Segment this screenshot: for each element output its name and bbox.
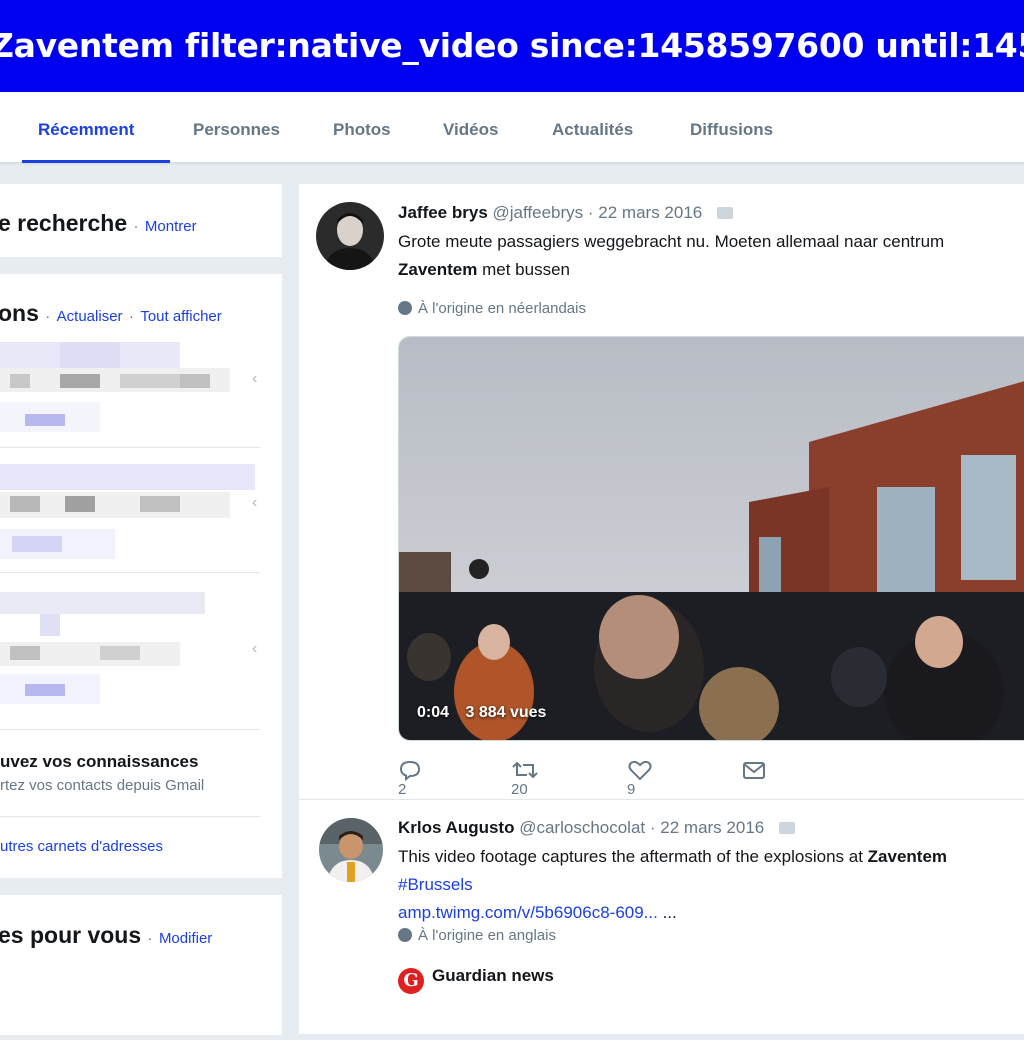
handle[interactable]: @carloschocolat [519,818,645,837]
trends-card: es pour vous · Modifier [0,895,282,1035]
find-friends-subtitle: rtez vos contacts depuis Gmail [0,777,205,794]
retweet-button[interactable]: 20 [511,759,551,798]
video-meta: 0:04 3 884 vues [417,704,546,722]
tab-broadcasts[interactable]: Diffusions [690,120,773,140]
guardian-logo-icon: G [398,968,424,994]
tweet[interactable]: Krlos Augusto @carloschocolat · 22 mars … [299,800,1024,1040]
hashtag-link[interactable]: #Brussels [398,871,947,899]
translation-note[interactable]: À l'origine en anglais [398,927,556,944]
show-link[interactable]: Montrer [145,218,197,235]
handle[interactable]: @jaffeebrys [493,203,584,222]
like-button[interactable]: 9 [627,759,665,798]
chevron-left-icon[interactable]: ‹ [252,494,257,512]
envelope-icon [743,762,765,779]
tweet-header: Krlos Augusto @carloschocolat · 22 mars … [398,818,795,838]
trends-title: es pour vous · Modifier [0,922,213,948]
translation-note[interactable]: À l'origine en néerlandais [398,300,586,317]
globe-icon [398,301,412,315]
retweet-icon [512,761,538,779]
video-views: 3 884 vues [465,704,547,721]
refresh-link[interactable]: Actualiser [57,308,123,325]
active-tab-indicator [22,160,170,163]
who-to-follow-card: ons · Actualiser · Tout afficher ‹ ‹ ‹ u… [0,274,282,878]
display-name[interactable]: Krlos Augusto [398,818,514,837]
reply-button[interactable]: 2 [398,759,434,798]
video-duration: 0:04 [417,704,450,721]
tab-recent[interactable]: Récemment [38,120,134,140]
media-icon [716,207,733,219]
suggestions-title: ons · Actualiser · Tout afficher [0,300,222,326]
tweet-header: Jaffee brys @jaffeebrys · 22 mars 2016 [398,203,733,223]
search-tabs: Récemment Personnes Photos Vidéos Actual… [0,92,1024,163]
avatar[interactable] [319,818,383,882]
chevron-left-icon[interactable]: ‹ [252,640,257,658]
display-name[interactable]: Jaffee brys [398,203,488,222]
tab-photos[interactable]: Photos [333,120,391,140]
direct-message-button[interactable] [742,759,778,781]
chevron-left-icon[interactable]: ‹ [252,370,257,388]
card-source[interactable]: G Guardian news [398,966,554,994]
globe-icon [398,928,412,942]
timeline: Jaffee brys @jaffeebrys · 22 mars 2016 G… [299,184,1024,1034]
timestamp[interactable]: · 22 mars 2016 [650,818,764,837]
media-icon [778,822,795,834]
tab-news[interactable]: Actualités [552,120,633,140]
query-banner: Zaventem filter:native_video since:14585… [0,0,1024,92]
reply-icon [399,760,421,781]
modify-link[interactable]: Modifier [159,930,212,947]
find-friends-title: uvez vos connaissances [0,752,199,771]
tab-videos[interactable]: Vidéos [443,120,498,140]
tweet[interactable]: Jaffee brys @jaffeebrys · 22 mars 2016 G… [299,184,1024,799]
search-query-text: Zaventem filter:native_video since:14585… [0,26,1024,65]
tweet-text: This video footage captures the aftermat… [398,847,948,922]
heart-icon [628,760,652,781]
tweet-text: Grote meute passagiers weggebracht nu. M… [398,232,945,279]
avatar[interactable] [316,202,384,270]
video-player[interactable]: 0:04 3 884 vues [398,336,1024,741]
other-address-books-link[interactable]: utres carnets d'adresses [0,838,163,855]
url-link[interactable]: amp.twimg.com/v/5b6906c8-609... [398,903,658,922]
show-all-link[interactable]: Tout afficher [140,308,221,325]
saved-search-card: e recherche · Montrer [0,184,282,257]
tab-people[interactable]: Personnes [193,120,280,140]
timestamp[interactable]: · 22 mars 2016 [588,203,702,222]
saved-search-title: e recherche · Montrer [0,210,197,236]
